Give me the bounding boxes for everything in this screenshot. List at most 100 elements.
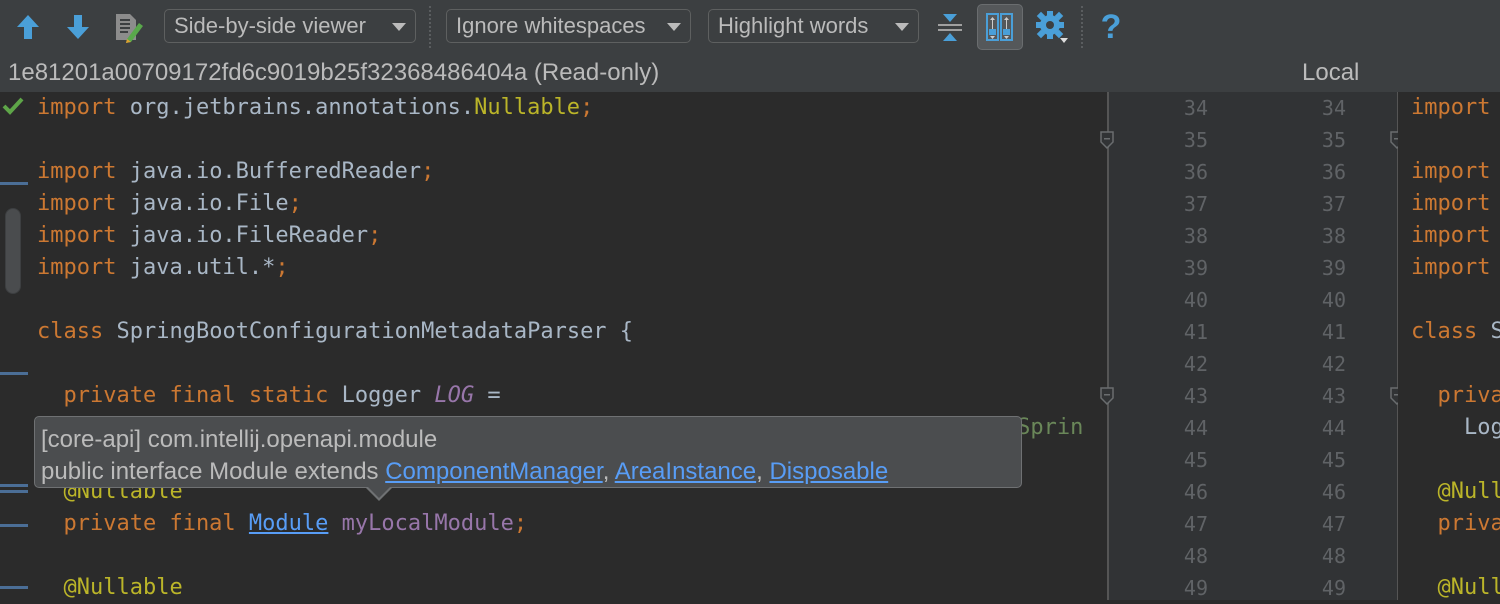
code-token: S bbox=[1490, 319, 1500, 344]
fold-marker-icon[interactable] bbox=[1100, 387, 1114, 405]
line-number: 45 bbox=[1183, 448, 1208, 472]
code-token: private final bbox=[37, 511, 249, 536]
link-component-manager[interactable]: ComponentManager bbox=[385, 458, 602, 485]
tooltip-package-line: [core-api] com.intellij.openapi.module bbox=[41, 426, 438, 453]
code-line: @Nullable bbox=[37, 572, 1083, 604]
line-number: 35 bbox=[1183, 128, 1208, 152]
line-number: 47 bbox=[1183, 512, 1208, 536]
code-token: import bbox=[1411, 95, 1491, 120]
toolbar-separator bbox=[1081, 6, 1083, 48]
code-token: @Null bbox=[1411, 479, 1500, 504]
code-line: import java.io.FileReader; bbox=[37, 220, 1083, 252]
change-marker[interactable] bbox=[0, 182, 28, 185]
line-number: 44 bbox=[1321, 416, 1346, 440]
code-line: import bbox=[1411, 92, 1500, 124]
link-disposable[interactable]: Disposable bbox=[769, 458, 888, 485]
line-number: 35 bbox=[1321, 128, 1346, 152]
code-line: import org.jetbrains.annotations.Nullabl… bbox=[37, 92, 1083, 124]
line-number: 45 bbox=[1321, 448, 1346, 472]
code-token: org.jetbrains.annotations. bbox=[129, 95, 475, 120]
code-token: ; bbox=[580, 95, 594, 120]
code-line: @Null bbox=[1411, 476, 1500, 508]
code-token: Logger bbox=[341, 383, 435, 408]
code-token: java.io.File bbox=[129, 191, 289, 216]
code-token: import bbox=[1411, 191, 1491, 216]
line-number: 48 bbox=[1321, 544, 1346, 568]
code-token: = bbox=[474, 383, 501, 408]
viewer-mode-label: Side-by-side viewer bbox=[174, 13, 366, 38]
line-number: 41 bbox=[1183, 320, 1208, 344]
code-token: priva bbox=[1411, 383, 1500, 408]
change-marker[interactable] bbox=[0, 484, 28, 487]
code-link[interactable]: Module bbox=[249, 511, 328, 536]
edit-source-icon bbox=[116, 14, 143, 43]
line-number: 44 bbox=[1183, 416, 1208, 440]
checkmark-icon bbox=[2, 97, 24, 115]
line-number: 36 bbox=[1321, 160, 1346, 184]
change-marker[interactable] bbox=[0, 586, 28, 589]
synchronize-scrolling-icon bbox=[986, 13, 1013, 41]
code-token: myLocalModule bbox=[341, 511, 514, 536]
change-marker[interactable] bbox=[0, 490, 28, 493]
right-revision-title: Local bbox=[1302, 59, 1360, 86]
code-token: import bbox=[1411, 255, 1491, 280]
line-number: 42 bbox=[1321, 352, 1346, 376]
collapse-unchanged-button[interactable] bbox=[934, 8, 966, 46]
code-token: Log bbox=[1411, 415, 1500, 440]
whitespace-mode-dropdown[interactable]: Ignore whitespaces bbox=[446, 9, 691, 43]
change-marker[interactable] bbox=[0, 372, 28, 375]
line-number: 46 bbox=[1321, 480, 1346, 504]
code-line: import bbox=[1411, 156, 1500, 188]
left-scrollbar-thumb[interactable] bbox=[5, 208, 21, 294]
code-token: ; bbox=[368, 223, 382, 248]
left-code-content: import org.jetbrains.annotations.Nullabl… bbox=[37, 92, 1083, 604]
line-number: 48 bbox=[1183, 544, 1208, 568]
help-button[interactable]: ? bbox=[1096, 8, 1126, 46]
code-line: import java.io.File; bbox=[37, 188, 1083, 220]
code-token: import bbox=[37, 255, 130, 280]
line-number: 42 bbox=[1183, 352, 1208, 376]
code-token: ; bbox=[421, 159, 435, 184]
separator: , bbox=[602, 458, 615, 485]
line-number: 37 bbox=[1183, 192, 1208, 216]
code-line: @Null bbox=[1411, 572, 1500, 600]
code-token: import bbox=[1411, 159, 1491, 184]
highlight-mode-label: Highlight words bbox=[718, 13, 869, 38]
edit-source-button[interactable] bbox=[112, 8, 146, 46]
code-line: class S bbox=[1411, 316, 1500, 348]
left-revision-title: 1e81201a00709172fd6c9019b25f32368486404a… bbox=[8, 59, 660, 86]
previous-difference-button[interactable] bbox=[12, 8, 44, 46]
chevron-down-icon bbox=[392, 23, 406, 31]
synchronize-scrolling-toggle[interactable] bbox=[977, 4, 1023, 50]
link-area-instance[interactable]: AreaInstance bbox=[615, 458, 756, 485]
line-number: 39 bbox=[1321, 256, 1346, 280]
chevron-down-icon bbox=[895, 23, 909, 31]
code-line: private final static Logger LOG = bbox=[37, 380, 1083, 412]
line-number: 34 bbox=[1321, 96, 1346, 120]
code-token: import bbox=[37, 95, 130, 120]
tooltip-pointer-fill bbox=[367, 486, 391, 498]
code-token: Nullable bbox=[474, 95, 581, 120]
code-line: class SpringBootConfigurationMetadataPar… bbox=[37, 316, 1083, 348]
code-token: priva bbox=[1411, 511, 1500, 536]
line-number: 36 bbox=[1183, 160, 1208, 184]
left-fold-line bbox=[1107, 92, 1109, 600]
code-token: ; bbox=[275, 255, 289, 280]
right-editor[interactable]: import import import import import class S pr… bbox=[1398, 92, 1500, 600]
code-token: private final static bbox=[37, 383, 342, 408]
highlight-mode-dropdown[interactable]: Highlight words bbox=[708, 9, 919, 43]
code-line: import java.io.BufferedReader; bbox=[37, 156, 1083, 188]
line-number: 49 bbox=[1321, 576, 1346, 600]
fold-marker-icon[interactable] bbox=[1100, 131, 1114, 149]
next-difference-button[interactable] bbox=[62, 8, 94, 46]
change-marker[interactable] bbox=[0, 524, 28, 527]
code-token: import bbox=[37, 159, 130, 184]
settings-button[interactable] bbox=[1034, 8, 1070, 46]
viewer-mode-dropdown[interactable]: Side-by-side viewer bbox=[164, 9, 416, 43]
